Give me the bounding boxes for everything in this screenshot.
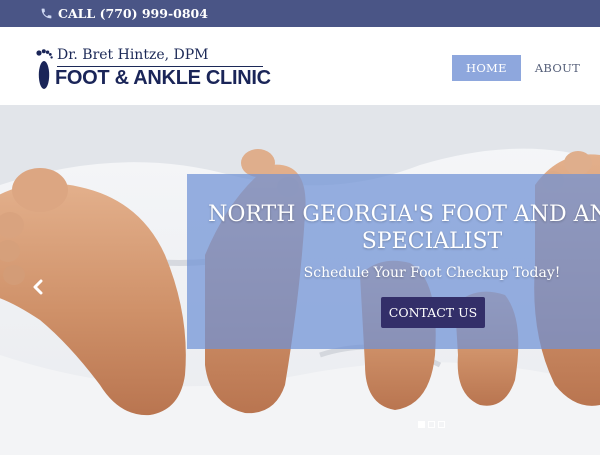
phone-icon (41, 8, 52, 19)
slide-dot-1[interactable] (418, 421, 425, 428)
chevron-left-icon[interactable] (32, 279, 44, 295)
slide-indicators (418, 421, 445, 428)
hero-title: NORTH GEORGIA'S FOOT AND ANKLE SPECIALIS… (208, 202, 600, 254)
hero-caption-box: NORTH GEORGIA'S FOOT AND ANKLE SPECIALIS… (187, 174, 600, 349)
call-text: CALL (770) 999-0804 (58, 6, 208, 21)
nav-item-partial[interactable]: S (594, 55, 600, 81)
slide-dot-2[interactable] (428, 421, 435, 428)
nav-about-label: ABOUT (534, 61, 581, 75)
site-header: Dr. Bret Hintze, DPM FOOT & ANKLE CLINIC… (0, 27, 600, 105)
main-nav: HOME ABOUT S (452, 55, 600, 81)
nav-home[interactable]: HOME (452, 55, 521, 81)
top-contact-bar: CALL (770) 999-0804 (0, 0, 600, 27)
nav-home-label: HOME (466, 61, 507, 75)
logo-doctor-name: Dr. Bret Hintze, DPM (57, 47, 209, 63)
footprint-icon (36, 49, 53, 89)
logo-clinic-name: FOOT & ANKLE CLINIC (55, 67, 271, 89)
slide-dot-3[interactable] (438, 421, 445, 428)
clinic-logo[interactable]: Dr. Bret Hintze, DPM FOOT & ANKLE CLINIC (35, 47, 275, 90)
nav-about[interactable]: ABOUT (521, 55, 594, 81)
contact-us-button[interactable]: CONTACT US (381, 297, 485, 328)
hero-slider: NORTH GEORGIA'S FOOT AND ANKLE SPECIALIS… (0, 105, 600, 455)
call-link[interactable]: CALL (770) 999-0804 (40, 0, 208, 27)
hero-subtitle: Schedule Your Foot Checkup Today! (303, 265, 561, 281)
